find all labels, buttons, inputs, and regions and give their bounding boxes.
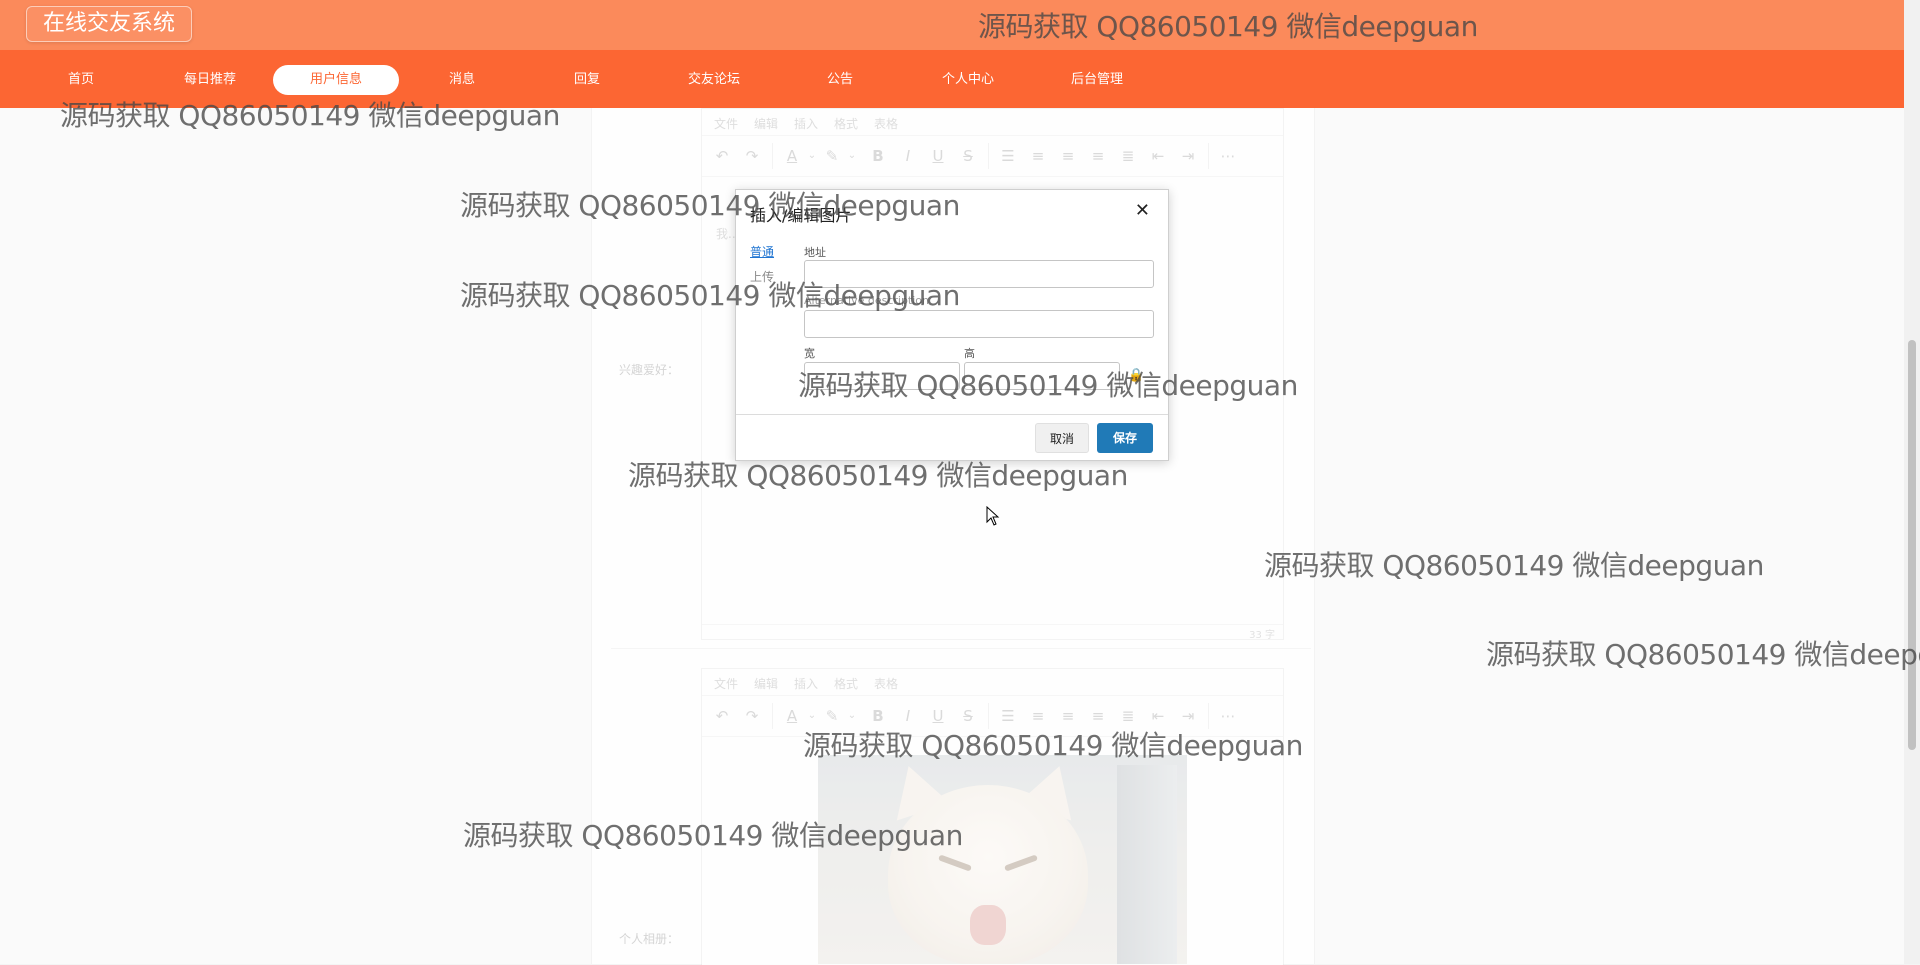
height-label: 高 (964, 347, 975, 360)
scrollbar-thumb[interactable] (1908, 340, 1916, 750)
source-label: 地址 (804, 246, 826, 259)
close-icon[interactable]: ✕ (1135, 200, 1150, 221)
page-scrollbar[interactable] (1904, 0, 1920, 964)
alt-description-input[interactable] (804, 310, 1154, 338)
save-button[interactable]: 保存 (1097, 423, 1153, 453)
cancel-button[interactable]: 取消 (1035, 423, 1089, 453)
dialog-title: 插入/编辑图片 (750, 206, 852, 225)
nav-user-info[interactable]: 用户信息 (273, 65, 399, 95)
nav-personal-center[interactable]: 个人中心 (928, 65, 1008, 95)
dialog-footer-divider (736, 414, 1168, 415)
mouse-cursor-icon (986, 506, 1000, 526)
image-width-input[interactable] (804, 362, 960, 390)
nav-forum[interactable]: 交友论坛 (674, 65, 754, 95)
nav-notice[interactable]: 公告 (805, 65, 875, 95)
image-height-input[interactable] (964, 362, 1120, 390)
nav-home[interactable]: 首页 (46, 65, 116, 95)
nav-reply[interactable]: 回复 (552, 65, 622, 95)
top-header: 在线交友系统 (0, 0, 1904, 50)
nav-admin[interactable]: 后台管理 (1057, 65, 1137, 95)
width-label: 宽 (804, 347, 815, 360)
nav-messages[interactable]: 消息 (427, 65, 497, 95)
tab-upload[interactable]: 上传 (750, 268, 774, 285)
image-source-input[interactable] (804, 260, 1154, 288)
tab-general[interactable]: 普通 (750, 243, 774, 260)
site-title[interactable]: 在线交友系统 (26, 6, 193, 42)
lock-icon[interactable]: 🔒 (1128, 368, 1144, 383)
alt-description-label: Alternative description (804, 294, 930, 307)
main-nav: 首页 每日推荐 用户信息 消息 回复 交友论坛 公告 个人中心 后台管理 (0, 50, 1904, 108)
nav-daily-recommend[interactable]: 每日推荐 (170, 65, 250, 95)
insert-image-dialog: 插入/编辑图片 ✕ 普通 上传 地址 Alternative descripti… (735, 189, 1169, 461)
